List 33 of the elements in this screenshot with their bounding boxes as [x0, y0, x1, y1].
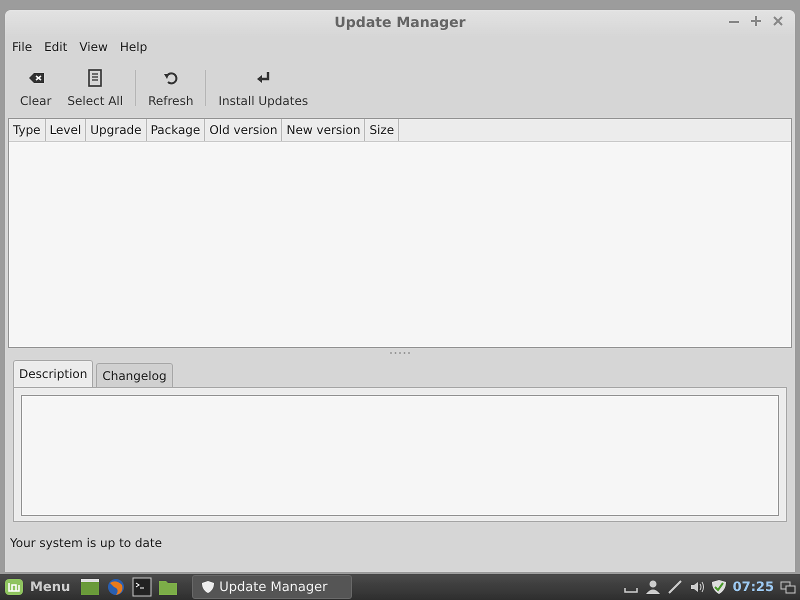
volume-icon[interactable]	[688, 579, 705, 595]
toolbar-button[interactable]: Clear	[12, 64, 60, 112]
windows-icon[interactable]	[780, 579, 796, 595]
menu-item[interactable]: View	[79, 40, 108, 54]
browser-icon[interactable]	[106, 577, 126, 597]
desktop-icon[interactable]	[80, 577, 100, 597]
column-header[interactable]: Upgrade	[86, 119, 147, 141]
column-header[interactable]: Level	[46, 119, 86, 141]
close-icon[interactable]	[771, 14, 785, 28]
menu-item[interactable]: Edit	[44, 40, 68, 54]
shield-icon	[201, 580, 216, 594]
user-icon[interactable]	[644, 579, 661, 595]
menu-item[interactable]: File	[12, 40, 32, 54]
toolbar-button[interactable]: Select All	[59, 64, 132, 112]
column-header[interactable]: Type	[9, 119, 46, 141]
status-text: Your system is up to date	[9, 535, 163, 552]
tab[interactable]: Description	[13, 360, 94, 387]
taskbar-window-button[interactable]: Update Manager	[192, 575, 352, 599]
toolbar-button[interactable]: Install Updates	[210, 64, 316, 112]
column-header[interactable]: New version	[282, 119, 366, 141]
clock[interactable]: 07:25	[732, 580, 774, 594]
menu-button[interactable]: Menu	[4, 577, 74, 597]
window-title: Update Manager	[334, 15, 466, 31]
menu-item[interactable]: Help	[120, 40, 148, 54]
column-header[interactable]: Size	[365, 119, 400, 141]
terminal-icon[interactable]	[132, 577, 152, 597]
shield-check-icon[interactable]	[710, 579, 727, 595]
toolbar-button[interactable]: Refresh	[140, 64, 202, 112]
maximize-icon[interactable]	[749, 14, 763, 28]
column-header[interactable]: Old version	[205, 119, 282, 141]
tab[interactable]: Changelog	[96, 363, 173, 387]
column-header[interactable]: Package	[146, 119, 206, 141]
pane-handle-icon[interactable]	[388, 349, 412, 357]
